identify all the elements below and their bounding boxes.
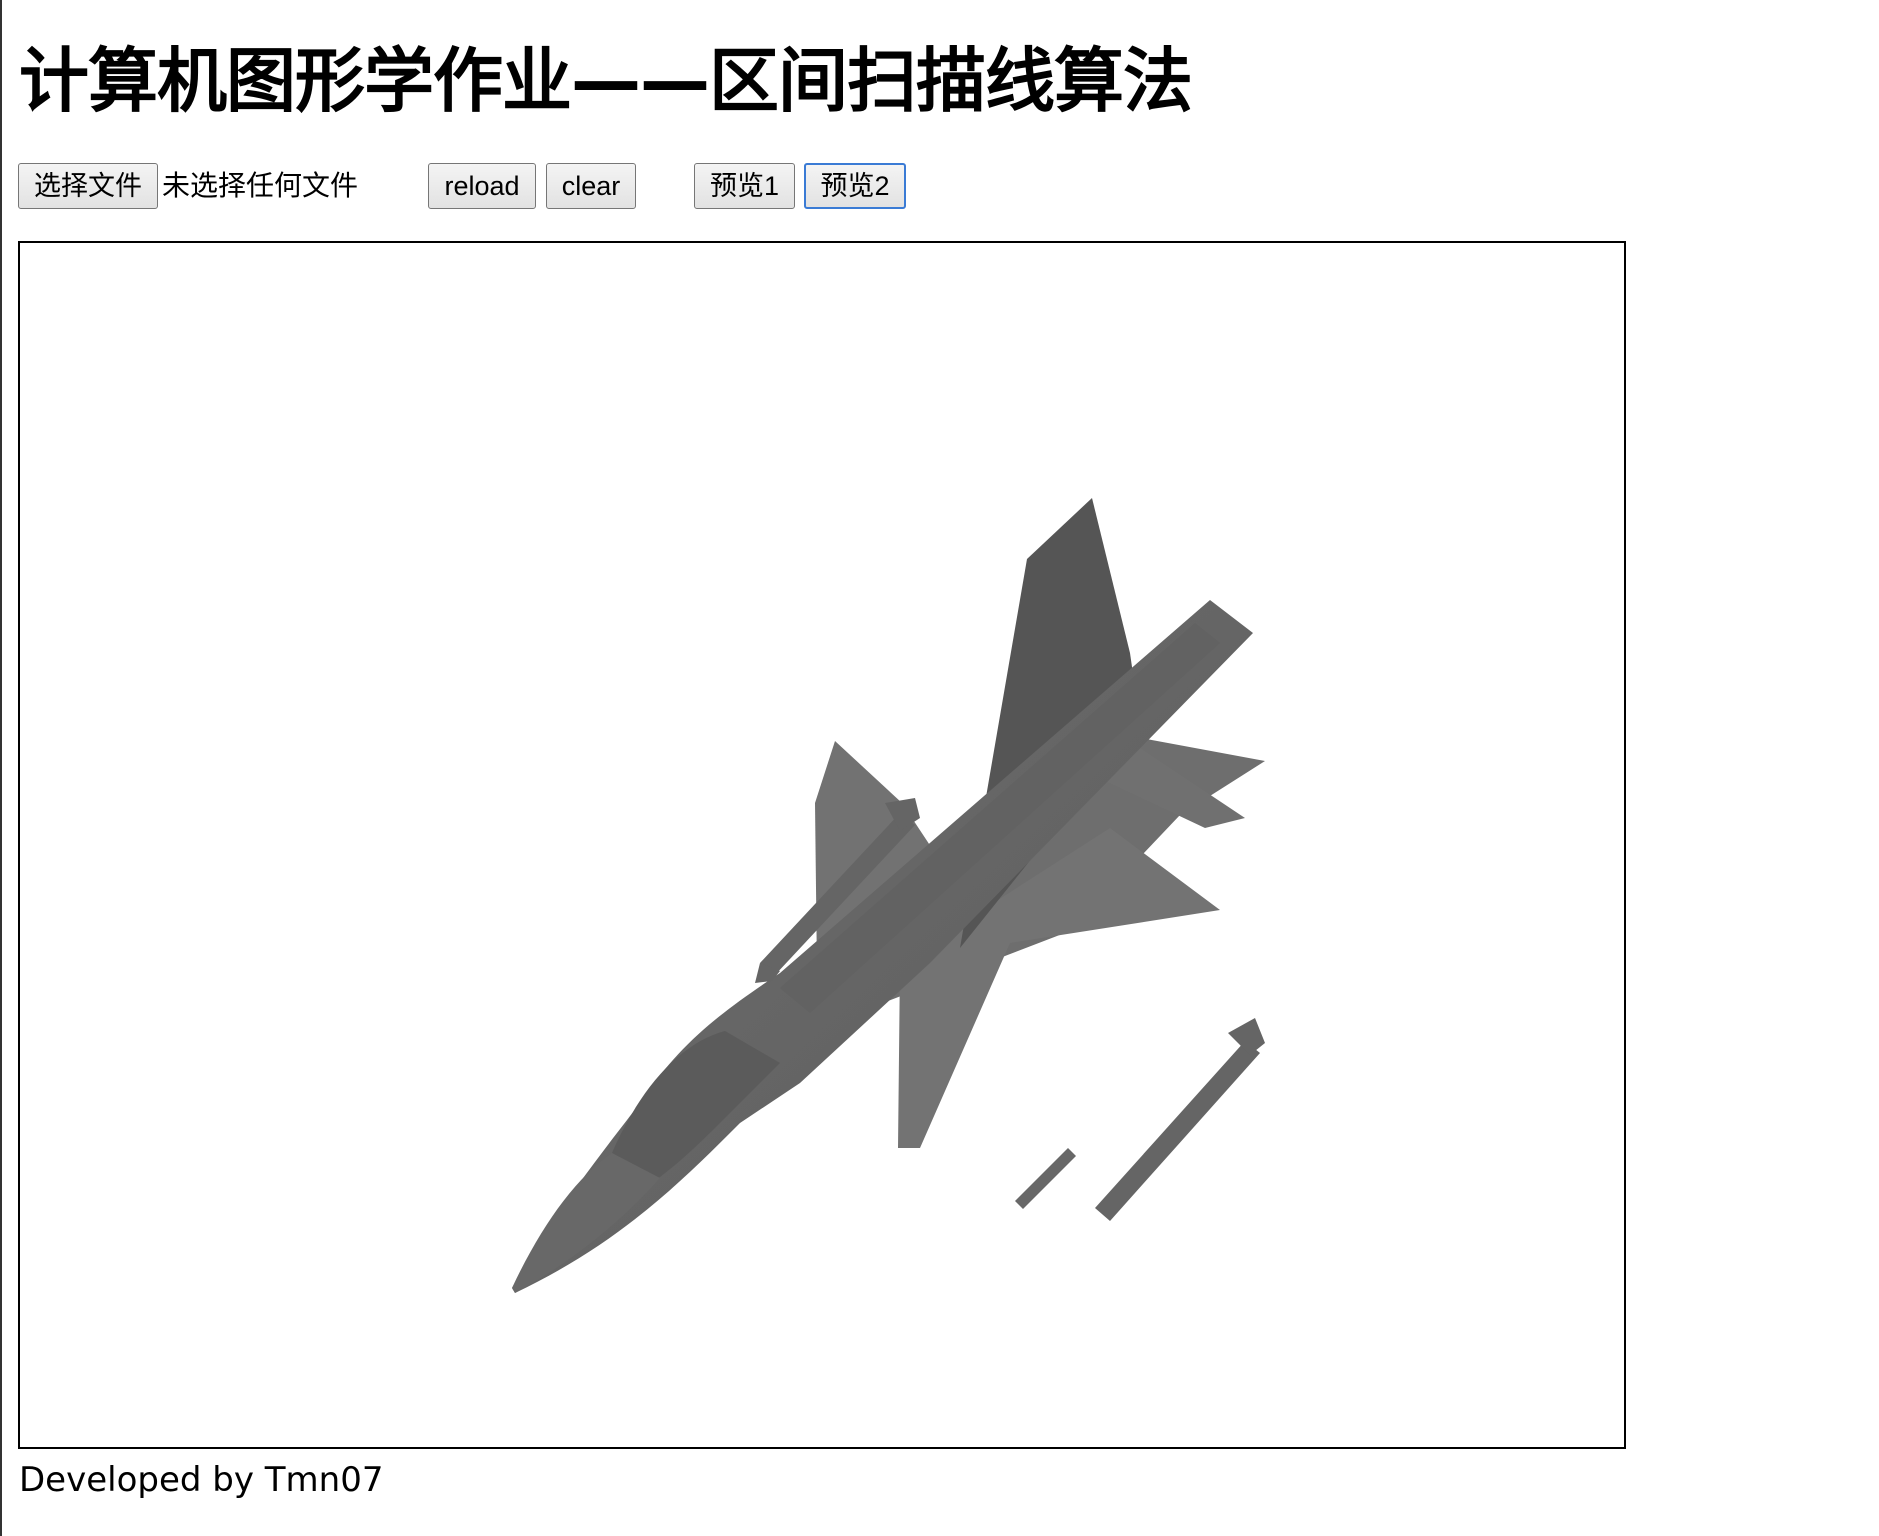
jet-nose [512, 1153, 660, 1293]
file-status-text: 未选择任何文件 [162, 169, 359, 202]
preview2-button[interactable]: 预览2 [804, 163, 906, 209]
jet-missile-bottom [1015, 1148, 1076, 1209]
fighter-jet-render [512, 498, 1265, 1293]
choose-file-button[interactable]: 选择文件 [18, 163, 158, 209]
reload-button[interactable]: reload [428, 163, 536, 209]
clear-button[interactable]: clear [546, 163, 636, 209]
window-left-edge [0, 0, 2, 1536]
footer-credit: Developed by Tmn07 [19, 1460, 384, 1500]
page-title: 计算机图形学作业——区间扫描线算法 [19, 40, 1193, 122]
jet-missile-right [1095, 1018, 1265, 1221]
render-canvas[interactable] [18, 241, 1626, 1449]
preview1-button[interactable]: 预览1 [694, 163, 795, 209]
